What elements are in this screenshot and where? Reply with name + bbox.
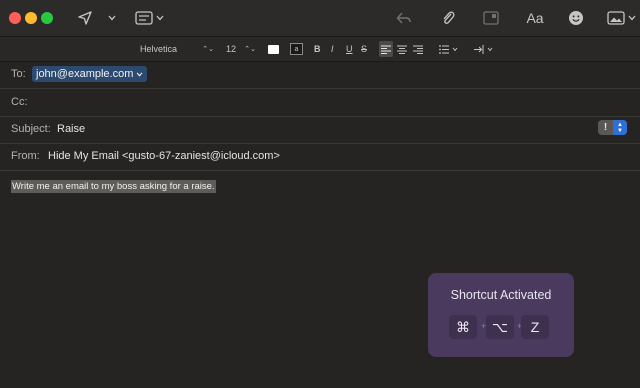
send-menu-chevron-icon[interactable] [107,8,117,28]
highlight-color-button[interactable]: a [290,41,303,57]
bold-button[interactable]: B [314,41,321,57]
format-bar: Helvetica ⌃⌄ 12 ⌃⌄ a B I U S [0,37,640,62]
header-fields-icon [134,11,153,25]
toast-title: Shortcut Activated [450,288,552,302]
list-icon [439,44,458,54]
chevron-down-icon [136,71,143,77]
font-size-value: 12 [226,44,237,54]
stepper-icon: ⌃⌄ [244,46,256,53]
to-label: To: [11,68,26,80]
align-right-icon [413,45,423,54]
close-window-button[interactable] [9,12,21,24]
font-size-select[interactable]: 12 ⌃⌄ [226,41,256,57]
highlight-icon: a [290,43,303,55]
from-row: From: Hide My Email <gusto-67-zaniest@ic… [0,143,640,171]
shortcut-toast: Shortcut Activated ⌘ + ⌥ + Z [428,273,574,357]
paperclip-icon[interactable] [439,8,457,28]
recipient-token[interactable]: john@example.com [32,66,148,82]
indent-icon [474,44,493,54]
reply-icon[interactable] [395,8,413,28]
align-center-button[interactable] [397,41,407,57]
option-key: ⌥ [486,315,514,339]
subject-row[interactable]: Subject: Raise ! ▲ ▼ [0,116,640,144]
command-key: ⌘ [449,315,477,339]
message-body-text[interactable]: Write me an email to my boss asking for … [11,180,216,193]
stepper-icon: ▲ ▼ [613,120,627,135]
recipient-address: john@example.com [36,68,134,80]
strikethrough-button[interactable]: S [361,41,367,57]
window-toolbar: Aa [0,0,640,37]
to-row: To: john@example.com [0,61,640,89]
list-button[interactable] [439,41,459,57]
indent-button[interactable] [474,41,494,57]
cc-row[interactable]: Cc: [0,89,640,117]
stepper-icon: ⌃⌄ [202,46,214,53]
color-swatch-icon [268,44,279,54]
underline-button[interactable]: U [346,41,353,57]
header-fields-button[interactable] [134,8,164,28]
align-left-icon [381,45,391,54]
text-color-button[interactable] [268,41,279,57]
emoji-icon[interactable] [567,8,585,28]
subject-field[interactable]: Raise [57,123,85,135]
from-field[interactable]: Hide My Email <gusto-67-zaniest@icloud.c… [48,150,280,162]
subject-label: Subject: [11,123,51,135]
font-family-select[interactable]: Helvetica ⌃⌄ [140,41,214,57]
chevron-down-icon [156,15,163,21]
priority-select[interactable]: ! ▲ ▼ [598,120,627,135]
zoom-window-button[interactable] [41,12,53,24]
align-center-icon [397,45,407,54]
priority-value: ! [603,122,608,133]
cc-label: Cc: [11,96,28,108]
font-family-value: Helvetica [140,44,178,54]
z-key: Z [521,315,549,339]
align-right-button[interactable] [413,41,423,57]
from-label: From: [11,150,40,162]
align-left-button[interactable] [379,41,393,57]
format-fonts-button[interactable]: Aa [524,8,546,28]
markup-icon[interactable] [482,8,500,28]
minimize-window-button[interactable] [25,12,37,24]
photo-browser-icon [606,11,625,25]
photo-browser-button[interactable] [606,8,636,28]
chevron-down-icon [628,15,635,21]
italic-button[interactable]: I [331,41,334,57]
send-icon[interactable] [76,8,94,28]
